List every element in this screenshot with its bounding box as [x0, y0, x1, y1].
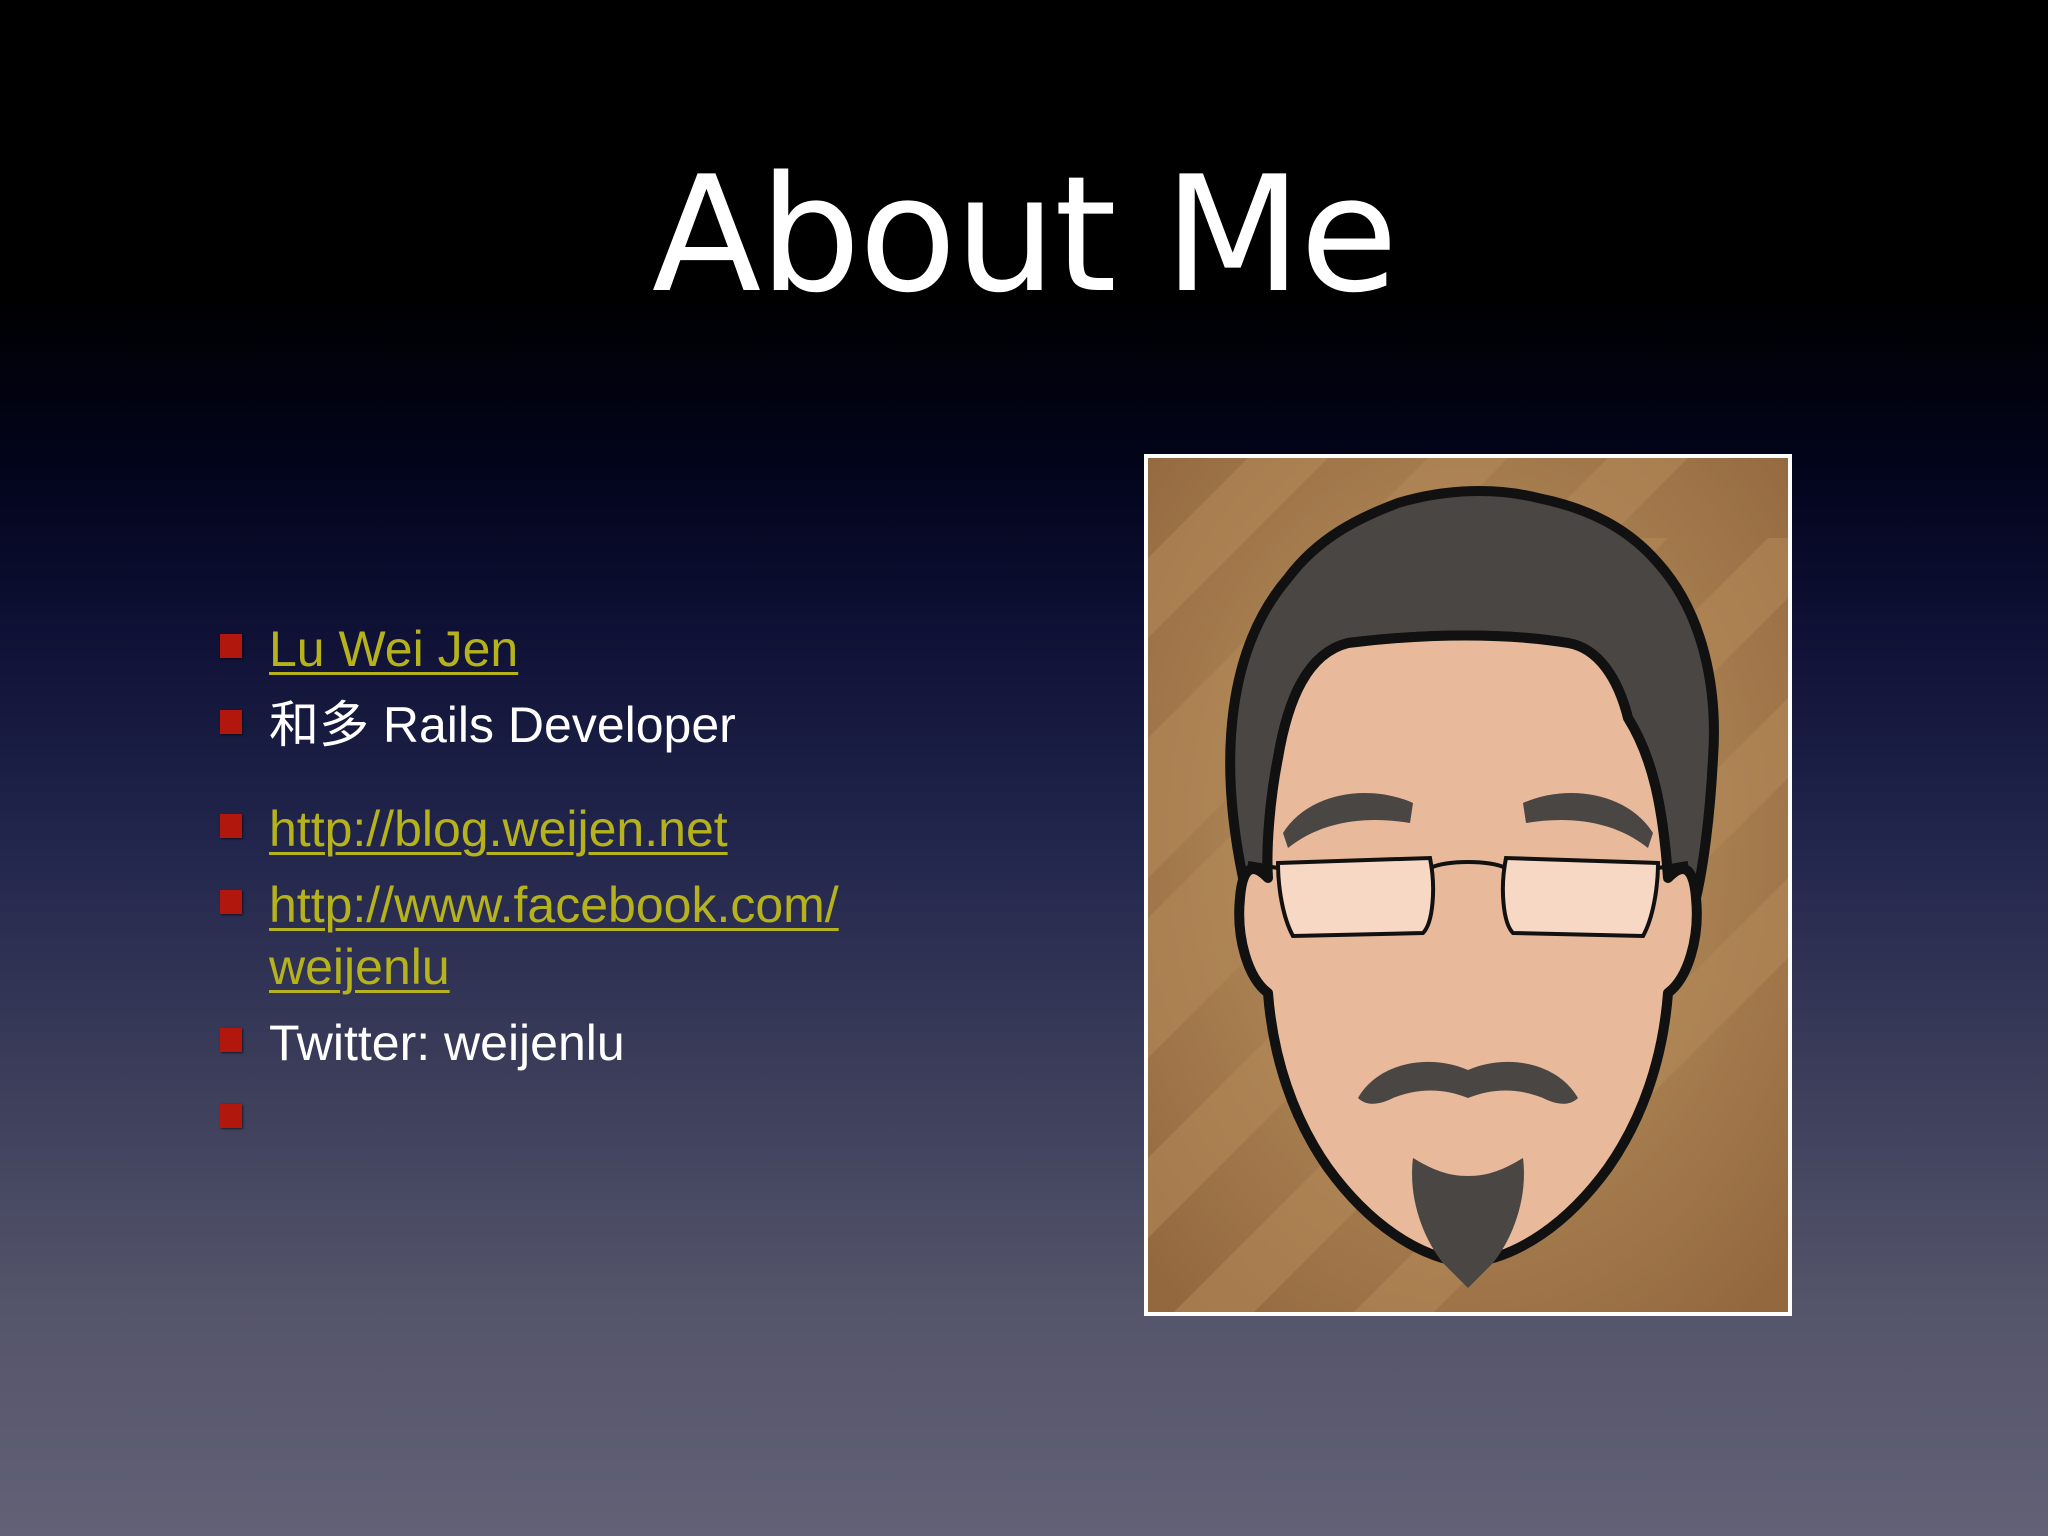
bullet-marker-icon: [220, 1104, 242, 1128]
empty-bullet-text: [269, 1091, 283, 1147]
blog-link[interactable]: http://blog.weijen.net: [269, 801, 728, 857]
name-link[interactable]: Lu Wei Jen: [269, 621, 518, 677]
bullet-item-twitter: Twitter: weijenlu: [216, 1012, 916, 1074]
bullet-list: Lu Wei Jen 和多 Rails Developer http://blo…: [216, 618, 916, 1164]
bullet-marker-icon: [220, 1028, 242, 1052]
bullet-item-role: 和多 Rails Developer: [216, 694, 916, 756]
facebook-link[interactable]: http://www.facebook.com/weijenlu: [269, 877, 839, 995]
cartoon-avatar-icon: [1148, 458, 1788, 1312]
bullet-marker-icon: [220, 634, 242, 658]
bullet-item-name: Lu Wei Jen: [216, 618, 916, 680]
twitter-text: Twitter: weijenlu: [269, 1015, 625, 1071]
bullet-marker-icon: [220, 814, 242, 838]
bullet-item-blog: http://blog.weijen.net: [216, 798, 916, 860]
facebook-link-line-1: http://www.facebook.com/: [269, 877, 839, 933]
role-text: 和多 Rails Developer: [269, 697, 736, 753]
bullet-item-empty: [216, 1088, 916, 1150]
facebook-link-line-2: weijenlu: [269, 939, 450, 995]
slide-title: About Me: [651, 141, 1398, 328]
bullet-marker-icon: [220, 710, 242, 734]
portrait-frame: [1144, 454, 1792, 1316]
bullet-marker-icon: [220, 890, 242, 914]
bullet-item-facebook: http://www.facebook.com/weijenlu: [216, 874, 916, 998]
